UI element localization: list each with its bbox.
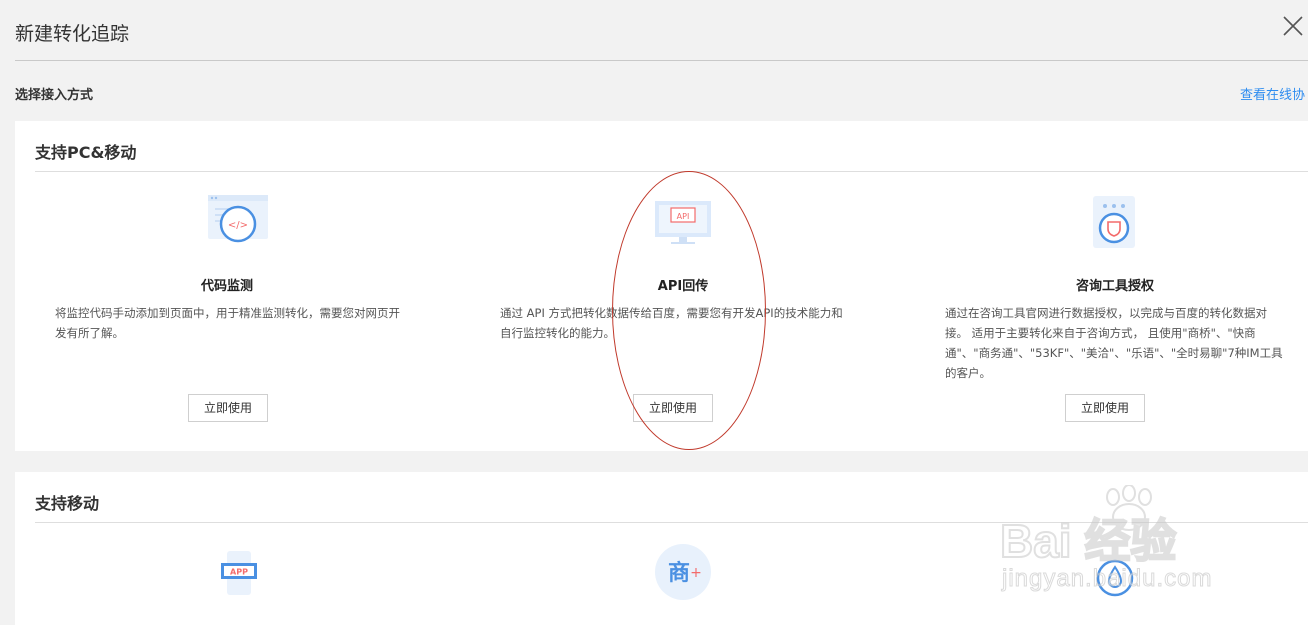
svg-text:APP: APP xyxy=(230,568,248,577)
svg-text:商: 商 xyxy=(668,560,690,586)
card-name-code-monitoring: 代码监测 xyxy=(200,279,253,294)
card-desc-consulting-tool: 通过在咨询工具官网进行数据授权，以完成与百度的转化数据对 接。 适用于主要转化来… xyxy=(945,306,1283,380)
panel-title: 支持PC&移动 xyxy=(35,143,137,162)
use-button-consulting-tool[interactable]: 立即使用 xyxy=(1065,394,1145,422)
card-desc-api-callback: 通过 API 方式把转化数据传给百度，需要您有开发API的技术能力和 自行监控转… xyxy=(500,306,843,340)
svg-text:API: API xyxy=(677,212,690,221)
use-button-api-callback[interactable]: 立即使用 xyxy=(633,394,713,422)
use-button-code-monitoring[interactable]: 立即使用 xyxy=(188,394,268,422)
shield-icon xyxy=(1091,194,1137,254)
panel-divider xyxy=(35,522,1308,523)
online-help-link[interactable]: 查看在线协 xyxy=(1240,84,1305,103)
api-icon: API xyxy=(653,199,713,251)
card-desc-code-monitoring: 将监控代码手动添加到页面中，用于精准监测转化，需要您对网页开 发有所了解。 xyxy=(55,306,400,340)
panel-divider xyxy=(35,171,1308,172)
card-name-consulting-tool: 咨询工具授权 xyxy=(1075,279,1154,294)
svg-text:+: + xyxy=(690,565,702,581)
shangqiao-icon: 商 + xyxy=(655,544,711,604)
app-icon: APP xyxy=(219,550,259,600)
panel-pc-mobile: 支持PC&移动 </> 代码监测 将监控代码手动添加到页面中，用于精准监测转化，… xyxy=(15,121,1308,451)
water-drop-icon xyxy=(1095,554,1135,602)
svg-text:</>: </> xyxy=(228,220,248,231)
access-method-label: 选择接入方式 xyxy=(15,88,94,103)
panel-title: 支持移动 xyxy=(35,494,100,513)
code-icon: </> xyxy=(207,193,269,253)
close-icon[interactable] xyxy=(1282,15,1304,37)
dialog-title: 新建转化追踪 xyxy=(15,23,130,45)
panel-mobile: 支持移动 APP 商 + xyxy=(15,472,1308,625)
card-name-api-callback: API回传 xyxy=(657,279,709,294)
title-divider xyxy=(15,60,1308,61)
